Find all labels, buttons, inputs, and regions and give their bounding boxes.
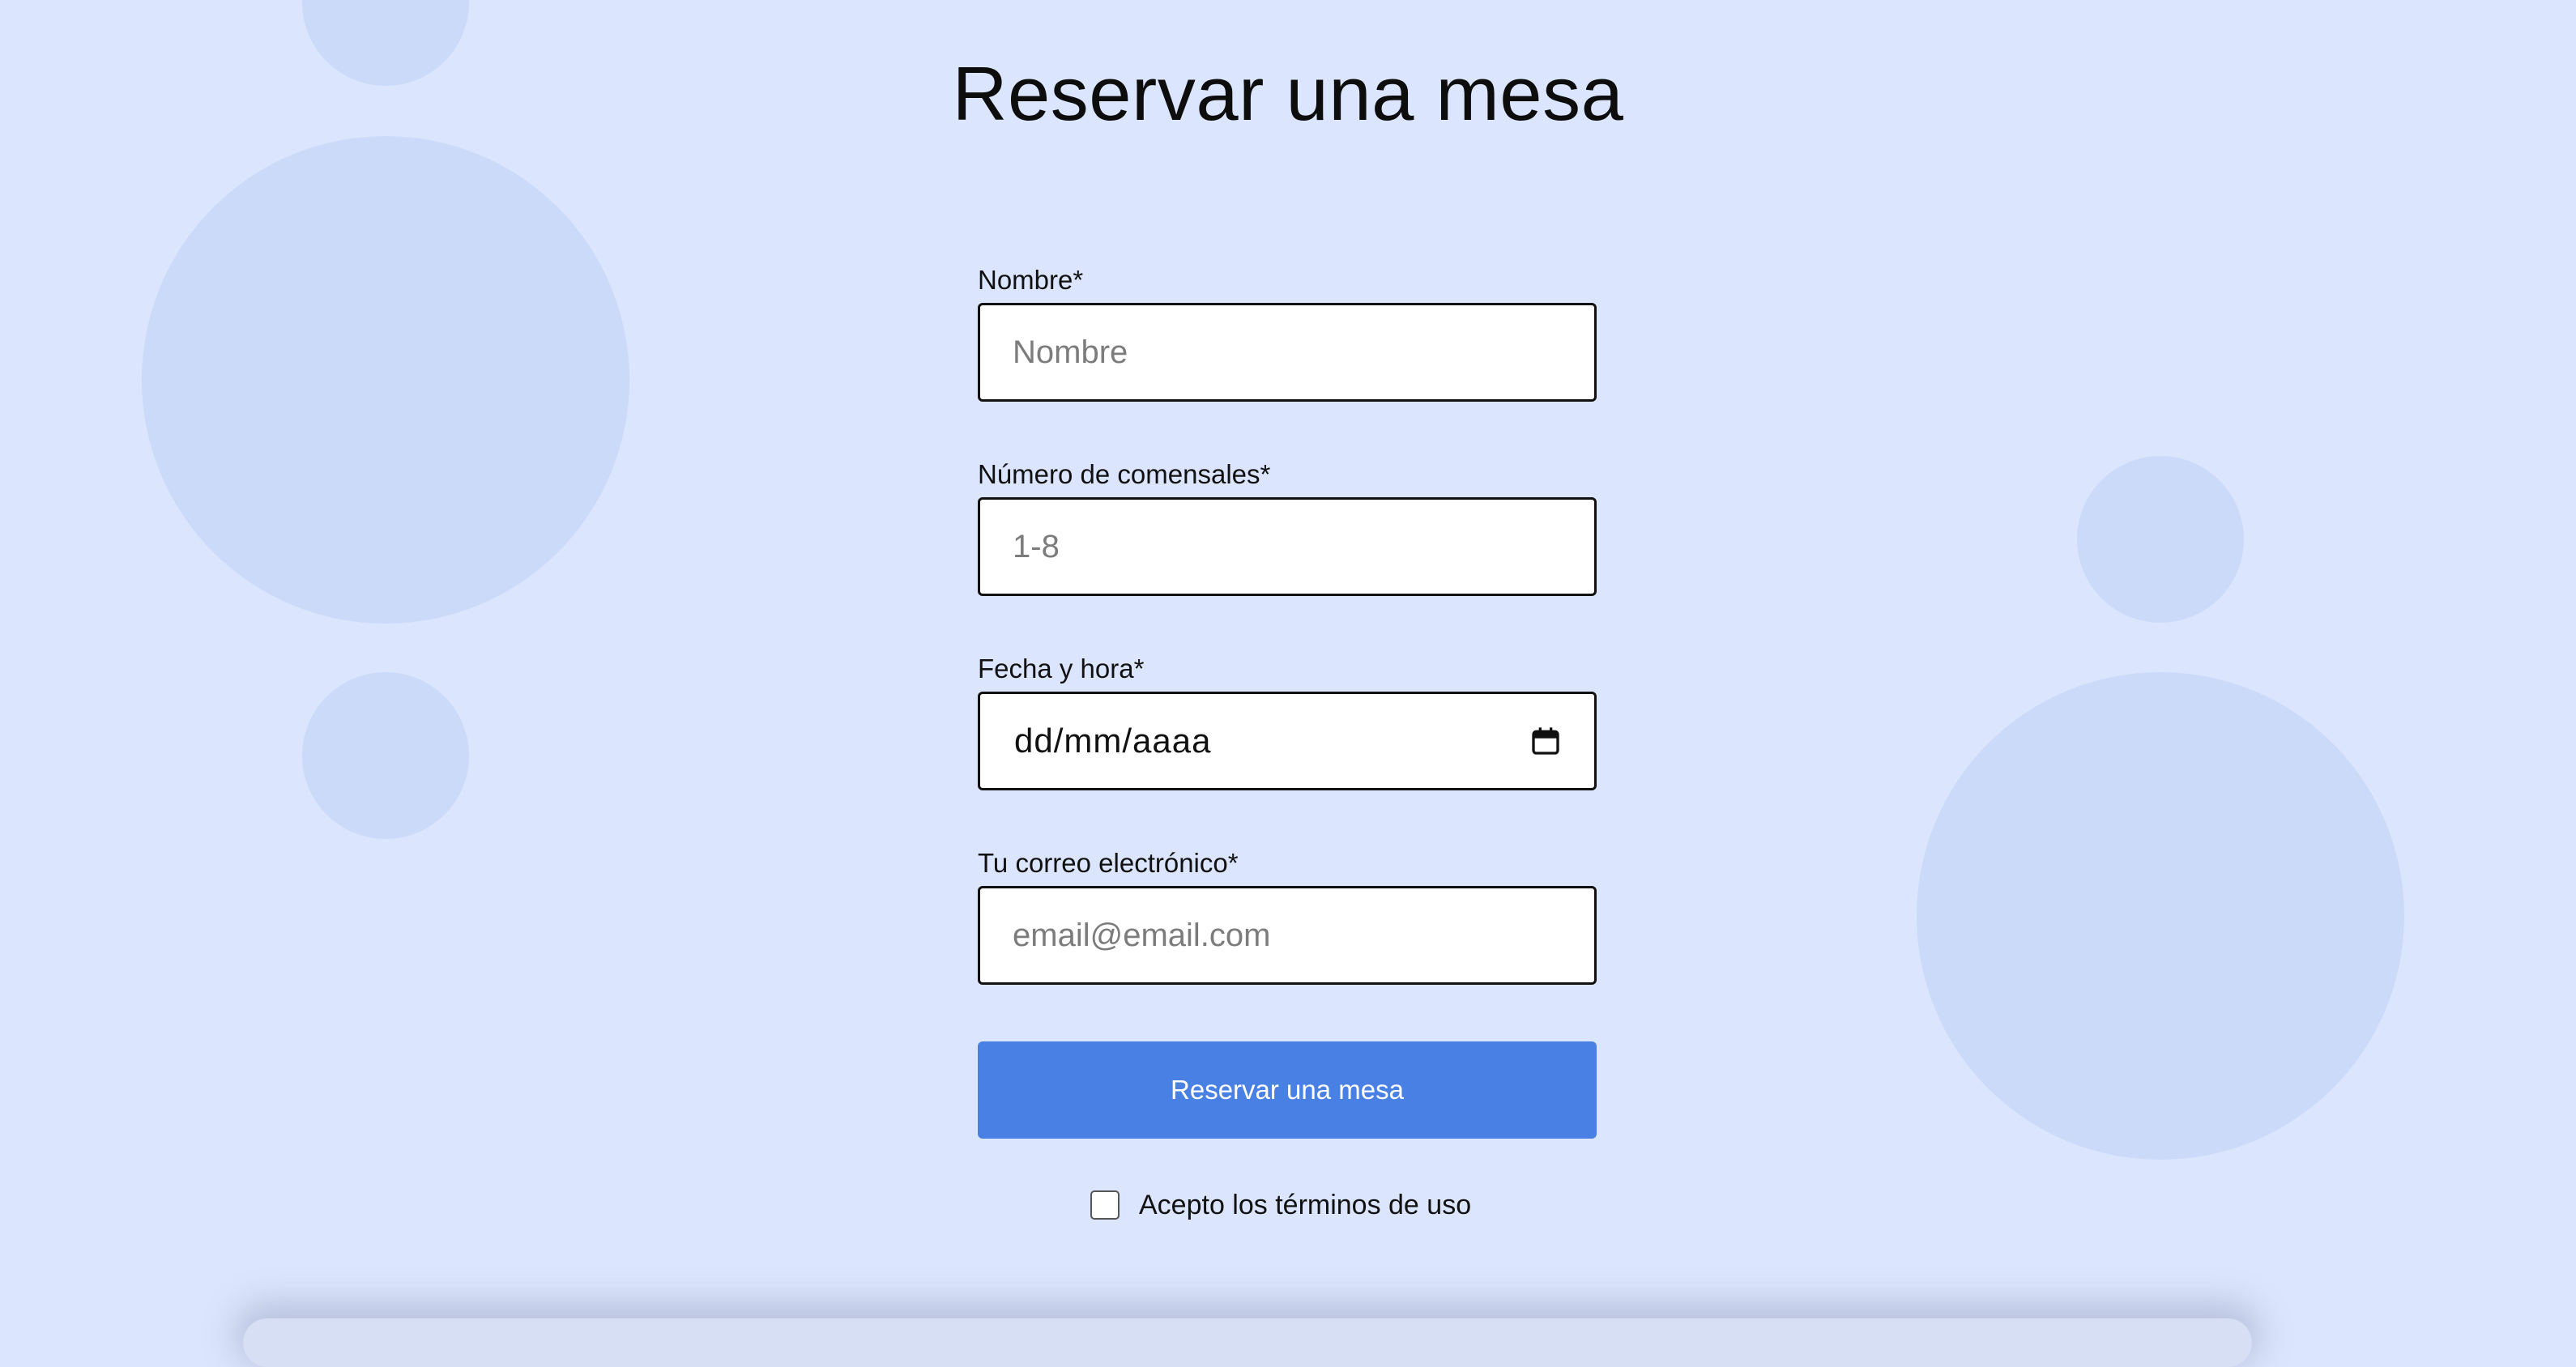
decorative-circle xyxy=(1917,672,2404,1160)
name-input[interactable] xyxy=(978,303,1597,402)
reserve-button[interactable]: Reservar una mesa xyxy=(978,1041,1597,1139)
guests-field-group: Número de comensales* xyxy=(978,452,1597,596)
datetime-field-group: Fecha y hora* dd/mm/aaaa xyxy=(978,646,1597,790)
email-input[interactable] xyxy=(978,886,1597,985)
email-field-group: Tu correo electrónico* xyxy=(978,841,1597,985)
email-label: Tu correo electrónico* xyxy=(978,848,1239,878)
datetime-label: Fecha y hora* xyxy=(978,654,1145,684)
reservation-form: Nombre* Número de comensales* Fecha y ho… xyxy=(978,258,1597,985)
decorative-circle xyxy=(142,136,629,624)
guests-label: Número de comensales* xyxy=(978,459,1271,489)
datetime-input[interactable]: dd/mm/aaaa xyxy=(978,692,1597,790)
calendar-icon[interactable] xyxy=(1529,725,1562,757)
datetime-display: dd/mm/aaaa xyxy=(1014,722,1212,760)
guests-input[interactable] xyxy=(978,497,1597,596)
terms-checkbox[interactable] xyxy=(1090,1190,1120,1220)
name-label: Nombre* xyxy=(978,265,1084,295)
decorative-circle xyxy=(302,672,469,839)
page-title: Reservar una mesa xyxy=(952,51,1624,136)
terms-label[interactable]: Acepto los términos de uso xyxy=(1139,1190,1471,1221)
terms-row: Acepto los términos de uso xyxy=(1090,1187,1471,1223)
footer-edge xyxy=(243,1318,2252,1367)
name-field-group: Nombre* xyxy=(978,258,1597,402)
decorative-circle xyxy=(2077,456,2244,623)
